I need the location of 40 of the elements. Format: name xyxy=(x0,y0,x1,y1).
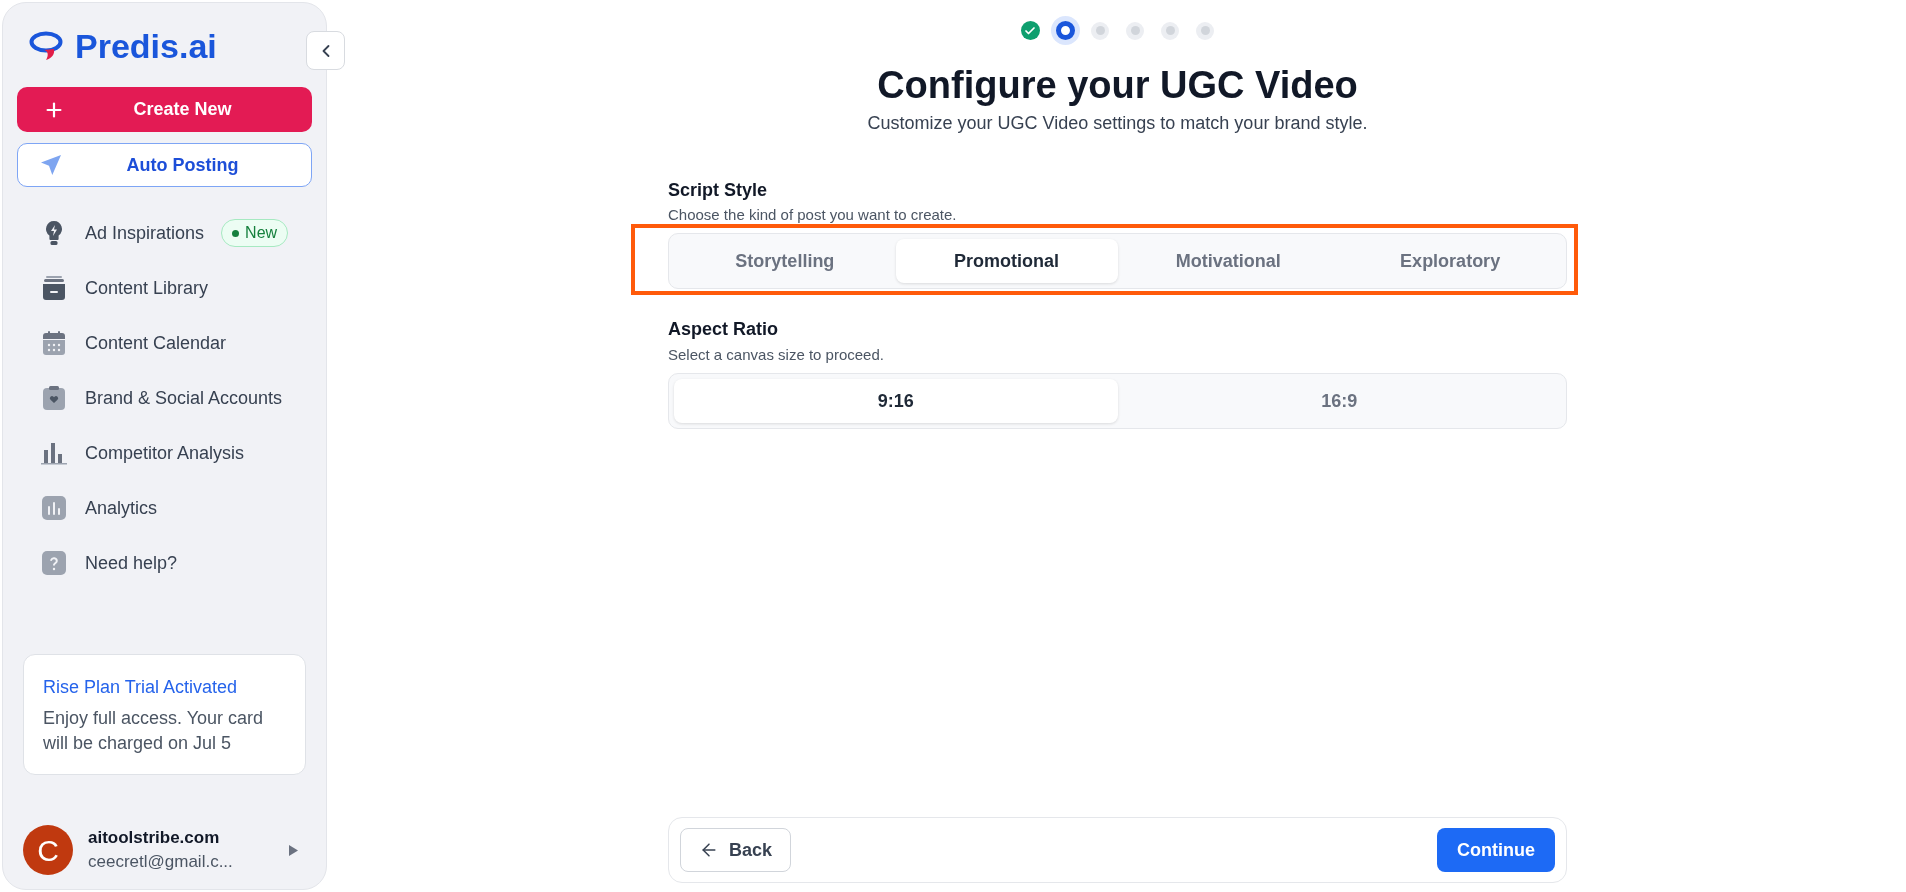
caret-right-icon xyxy=(289,844,298,856)
user-name: aitoolstribe.com xyxy=(88,827,221,849)
section-description: Select a canvas size to proceed. xyxy=(668,345,885,365)
nav-item[interactable]: Competitor Analysis xyxy=(41,439,245,467)
lightbulb-icon xyxy=(44,221,64,245)
continue-button[interactable]: Continue xyxy=(1437,828,1555,872)
page-title: Configure your UGC Video xyxy=(877,63,1358,108)
chart-square-icon xyxy=(42,496,66,520)
nav-item[interactable]: Content Library xyxy=(41,274,209,302)
nav-item[interactable]: Analytics xyxy=(41,494,158,522)
bar-chart-icon xyxy=(41,441,67,465)
segment-option[interactable]: Storytelling xyxy=(674,239,896,283)
badge-label: New xyxy=(245,223,278,243)
back-button[interactable]: Back xyxy=(680,828,792,872)
archive-box-icon xyxy=(42,276,66,300)
page-subtitle: Customize your UGC Video settings to match your brand style. xyxy=(867,112,1368,135)
nav-item[interactable]: Brand & Social Accounts xyxy=(41,384,283,412)
trial-message: Enjoy full access. Your card will be charged on Jul 5 xyxy=(43,707,265,755)
nav-item[interactable]: Need help? xyxy=(41,549,178,577)
logo-icon xyxy=(29,31,65,61)
segment-option[interactable]: Promotional xyxy=(895,239,1118,283)
nav-item[interactable]: Ad Inspirations xyxy=(41,219,205,247)
user-email: ceecretl@gmail.c... xyxy=(88,851,233,873)
segment-option[interactable]: 9:16 xyxy=(674,379,1118,423)
section-label: Script Style xyxy=(668,179,769,202)
create-new-button[interactable]: Create New xyxy=(17,87,312,132)
segment-option[interactable]: Motivational xyxy=(1117,239,1340,283)
trial-title: Rise Plan Trial Activated xyxy=(43,676,239,699)
section-description: Choose the kind of post you want to create. xyxy=(668,205,958,225)
logo-text: Predis.ai xyxy=(75,29,217,63)
help-icon xyxy=(42,551,66,575)
auto-posting-button[interactable]: Auto Posting xyxy=(17,143,312,187)
user-avatar: C xyxy=(23,825,73,875)
segment-option[interactable]: Exploratory xyxy=(1339,239,1561,283)
section-label: Aspect Ratio xyxy=(668,318,780,341)
calendar-icon xyxy=(42,331,66,355)
nav-item[interactable]: Content Calendar xyxy=(41,329,227,357)
segment-option[interactable]: 16:9 xyxy=(1117,379,1561,423)
send-icon xyxy=(40,154,62,176)
collapse-button[interactable] xyxy=(306,31,345,70)
